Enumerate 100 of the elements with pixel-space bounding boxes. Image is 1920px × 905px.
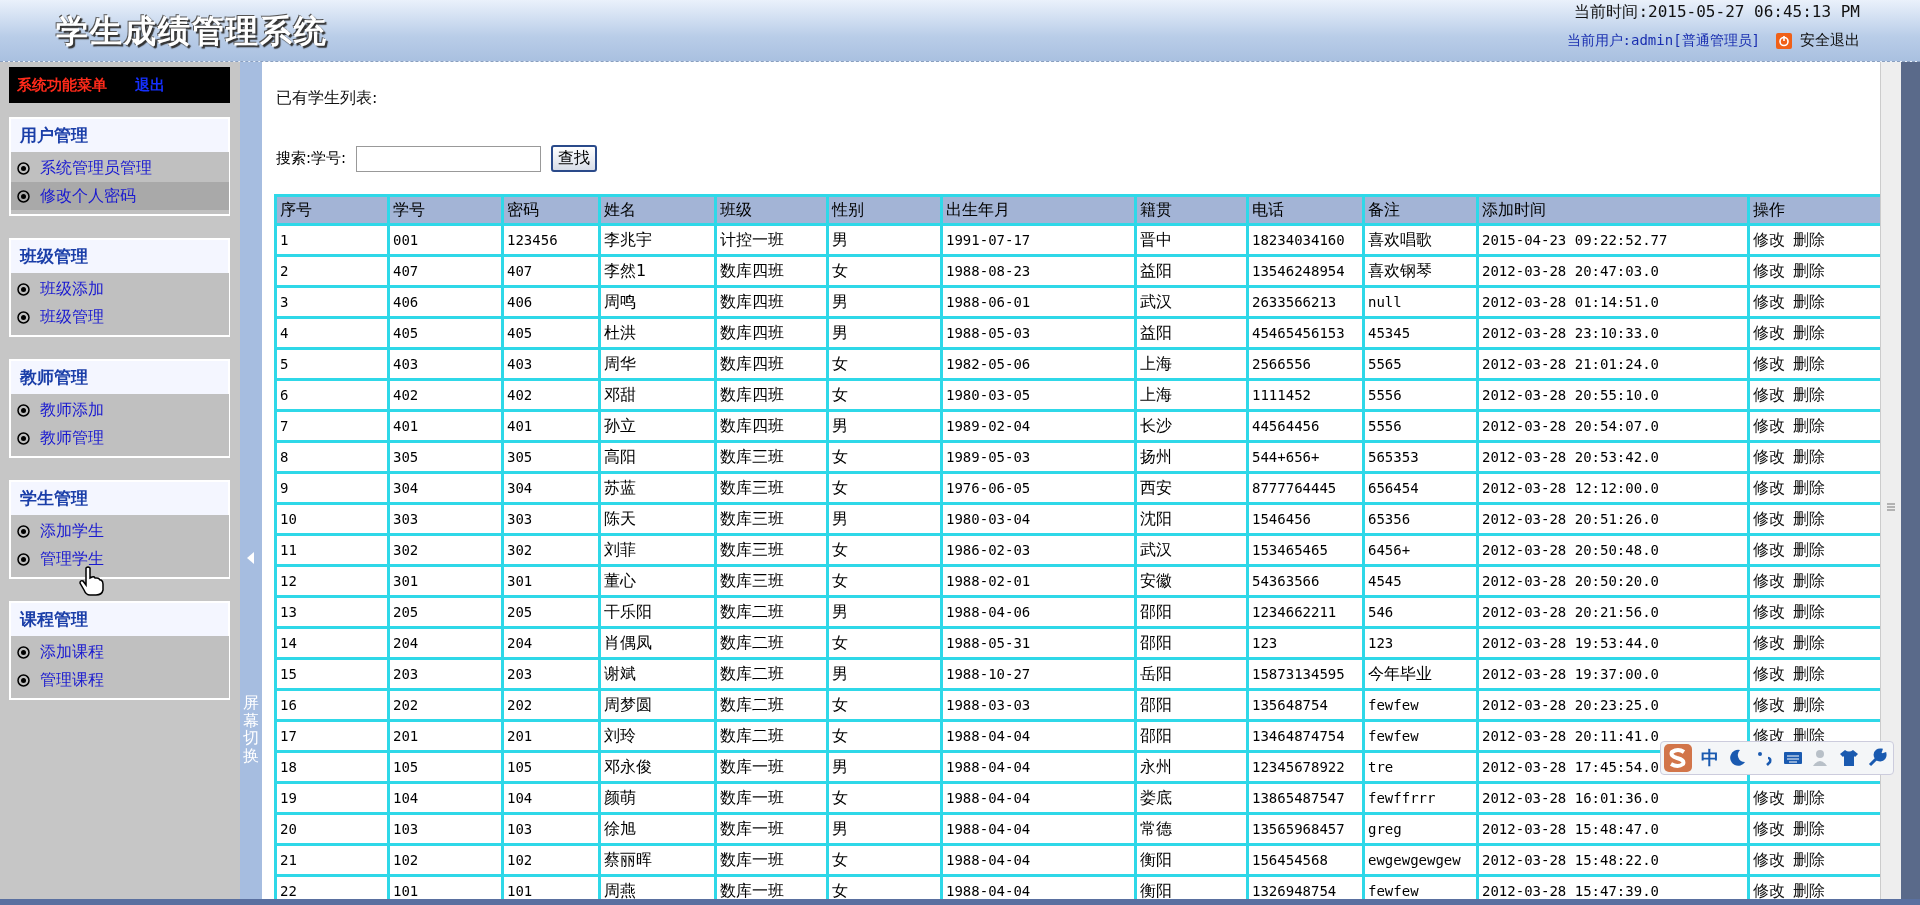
shirt-icon[interactable] [1839,748,1859,768]
edit-link[interactable]: 修改 [1753,322,1785,344]
edit-link[interactable]: 修改 [1753,260,1785,282]
logout-link[interactable]: 安全退出 [1800,31,1860,50]
search-field[interactable] [356,145,542,172]
edit-link[interactable]: 修改 [1753,849,1785,871]
table-cell: 2012-03-28 20:23:25.0 [1479,691,1747,719]
table-cell: 娄底 [1137,784,1246,812]
search-button[interactable]: 查找 [551,145,598,172]
table-cell: 2012-03-28 20:47:03.0 [1479,257,1747,285]
menu-item[interactable]: 添加课程 [11,638,229,666]
group-title[interactable]: 教师管理 [11,361,228,394]
menu-item[interactable]: 教师管理 [11,424,229,452]
table-cell: 徐旭 [601,815,714,843]
table-cell: 303 [504,505,598,533]
edit-link[interactable]: 修改 [1753,787,1785,809]
collapse-arrow-icon[interactable] [247,552,255,564]
menu-item[interactable]: 添加学生 [11,517,229,545]
menu-item[interactable]: 修改个人密码 [11,182,229,210]
edit-link[interactable]: 修改 [1753,477,1785,499]
edit-link[interactable]: 修改 [1753,229,1785,251]
table-cell: 2012-03-28 12:12:00.0 [1479,474,1747,502]
table-cell: 565353 [1365,443,1476,471]
group-title[interactable]: 用户管理 [11,119,228,152]
delete-link[interactable]: 删除 [1793,446,1825,468]
menu-item[interactable]: 系统管理员管理 [11,154,229,182]
edit-link[interactable]: 修改 [1753,818,1785,840]
edit-link[interactable]: 修改 [1753,632,1785,654]
menu-item[interactable]: 管理学生 [11,545,229,573]
table-cell: 10 [277,505,387,533]
table-cell: 西安 [1137,474,1246,502]
table-cell: 数库一班 [717,753,826,781]
table-cell: 104 [390,784,501,812]
delete-link[interactable]: 删除 [1793,322,1825,344]
table-cell: 405 [390,319,501,347]
table-cell: 1976-06-05 [943,474,1134,502]
table-cell: fewfew [1365,691,1476,719]
delete-link[interactable]: 删除 [1793,880,1825,902]
table-cell: 2012-03-28 20:55:10.0 [1479,381,1747,409]
delete-link[interactable]: 删除 [1793,508,1825,530]
table-cell: 2 [277,257,387,285]
delete-link[interactable]: 删除 [1793,787,1825,809]
table-cell: 邵阳 [1137,629,1246,657]
delete-link[interactable]: 删除 [1793,353,1825,375]
menu-item[interactable]: 教师添加 [11,396,229,424]
menu-item[interactable]: 班级添加 [11,275,229,303]
table-cell: 1988-04-04 [943,815,1134,843]
table-cell: 李兆宇 [601,226,714,254]
delete-link[interactable]: 删除 [1793,663,1825,685]
edit-link[interactable]: 修改 [1753,601,1785,623]
edit-link[interactable]: 修改 [1753,570,1785,592]
table-cell: 女 [829,567,940,595]
table-cell: 2633566213 [1249,288,1362,316]
delete-link[interactable]: 删除 [1793,229,1825,251]
edit-link[interactable]: 修改 [1753,663,1785,685]
grip-icon [1886,502,1896,512]
edit-link[interactable]: 修改 [1753,539,1785,561]
column-header: 班级 [717,197,826,223]
edit-link[interactable]: 修改 [1753,384,1785,406]
group-title[interactable]: 学生管理 [11,482,228,515]
table-cell: 永州 [1137,753,1246,781]
edit-link[interactable]: 修改 [1753,694,1785,716]
table-cell: 计控一班 [717,226,826,254]
delete-link[interactable]: 删除 [1793,818,1825,840]
table-cell: greg [1365,815,1476,843]
delete-link[interactable]: 删除 [1793,291,1825,313]
table-cell: 女 [829,784,940,812]
delete-link[interactable]: 删除 [1793,415,1825,437]
delete-link[interactable]: 删除 [1793,849,1825,871]
edit-link[interactable]: 修改 [1753,446,1785,468]
delete-link[interactable]: 删除 [1793,632,1825,654]
group-title[interactable]: 课程管理 [11,603,228,636]
edit-link[interactable]: 修改 [1753,880,1785,902]
delete-link[interactable]: 删除 [1793,260,1825,282]
edit-link[interactable]: 修改 [1753,508,1785,530]
delete-link[interactable]: 删除 [1793,694,1825,716]
table-cell: 今年毕业 [1365,660,1476,688]
edit-link[interactable]: 修改 [1753,353,1785,375]
table-cell: 1988-02-01 [943,567,1134,595]
delete-link[interactable]: 删除 [1793,601,1825,623]
edit-link[interactable]: 修改 [1753,291,1785,313]
column-header: 添加时间 [1479,197,1747,223]
delete-link[interactable]: 删除 [1793,539,1825,561]
menu-item[interactable]: 班级管理 [11,303,229,331]
edit-link[interactable]: 修改 [1753,415,1785,437]
menu-item[interactable]: 管理课程 [11,666,229,694]
table-cell: 女 [829,536,940,564]
table-cell: 1980-03-05 [943,381,1134,409]
wrench-icon[interactable] [1867,748,1887,768]
table-cell: 301 [390,567,501,595]
power-icon[interactable] [1776,32,1792,49]
delete-link[interactable]: 删除 [1793,384,1825,406]
table-cell: 1546456 [1249,505,1362,533]
group-title[interactable]: 班级管理 [11,240,228,273]
ime-logo-icon[interactable] [1663,743,1693,773]
delete-link[interactable]: 删除 [1793,477,1825,499]
table-cell: 高阳 [601,443,714,471]
bullet-icon [17,310,30,324]
delete-link[interactable]: 删除 [1793,570,1825,592]
moon-icon[interactable] [1727,748,1747,768]
